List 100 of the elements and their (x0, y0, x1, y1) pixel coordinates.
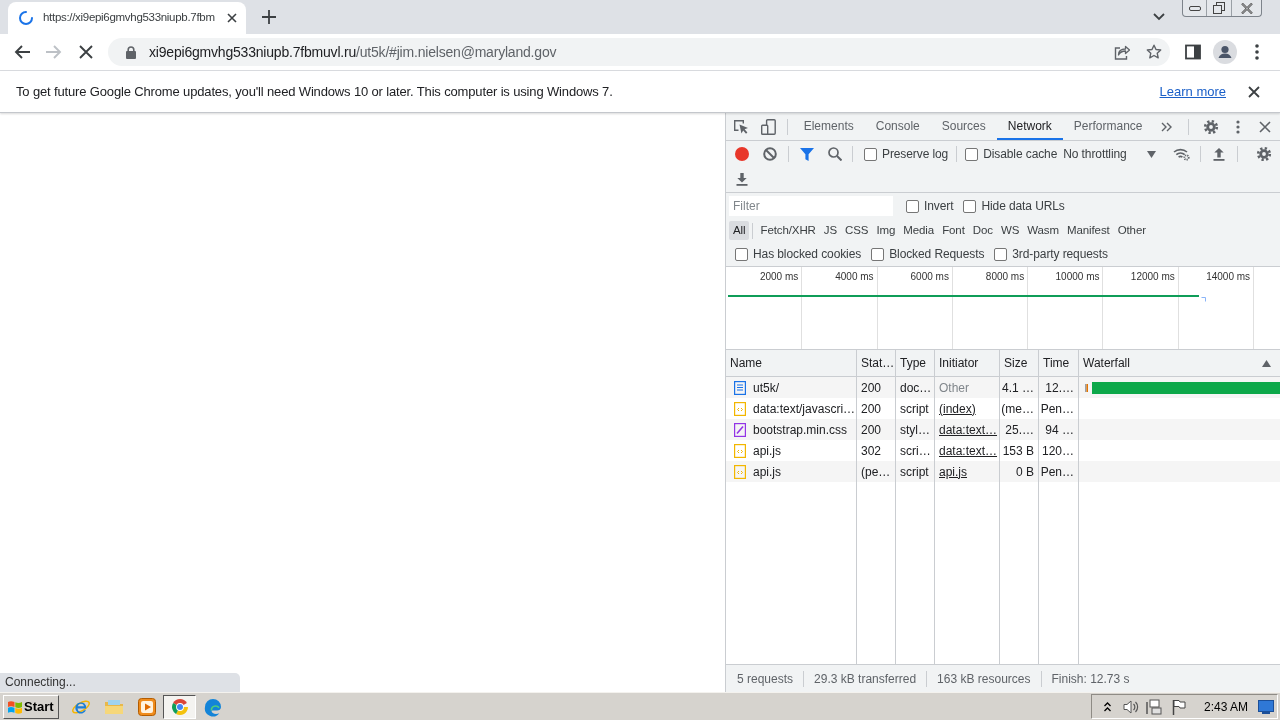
learn-more-link[interactable]: Learn more (1159, 81, 1226, 102)
column-header[interactable]: Stat… (857, 350, 896, 376)
table-cell-text: 12.… (1045, 379, 1074, 397)
initiator-link[interactable]: api.js (939, 462, 967, 481)
request-name: data:text/javascri… (753, 400, 856, 418)
time-tick-label: 2000 ms (759, 270, 799, 283)
checkbox-label: Blocked Requests (889, 246, 985, 263)
column-header[interactable]: Initiator (935, 350, 1000, 376)
filter-funnel-icon (800, 147, 814, 161)
checkbox[interactable] (735, 247, 748, 261)
request-name: api.js (753, 442, 781, 460)
column-header[interactable]: Size (1000, 350, 1039, 376)
checkbox[interactable] (906, 199, 919, 213)
infobar-message: To get future Google Chrome updates, you'll need Windows 10 or later. This computer is using Windows 7. (16, 82, 613, 101)
checkbox[interactable] (963, 199, 977, 213)
type-filter-button[interactable]: Manifest (1063, 221, 1114, 240)
time-tick-label: 12000 ms (1130, 270, 1175, 283)
column-header[interactable]: Type (896, 350, 935, 376)
url-text: xi9epi6gmvhg533niupb.7fbmuvl.ru/ut5k/#jim.nielsen@maryland.gov (149, 42, 557, 62)
type-filter-button[interactable]: JS (819, 221, 842, 240)
type-filter-button[interactable]: Wasm (1023, 221, 1063, 240)
clock-text: 2:43 AM (1203, 698, 1248, 716)
star-icon (1146, 44, 1162, 60)
throttling-dropdown[interactable]: No throttling (1063, 143, 1156, 165)
time-tick-label: 14000 ms (1206, 270, 1251, 283)
download-icon (736, 173, 748, 186)
column-header[interactable]: Waterfall (1079, 350, 1280, 376)
checkbox[interactable] (864, 147, 877, 161)
table-cell-text: 302 (861, 442, 882, 460)
table-cell-text: Pen… (1040, 400, 1074, 418)
side-panel-icon (1185, 44, 1201, 60)
table-row[interactable]: ut5k/ 200 doc… Other 4.1 … 12.… (726, 377, 1280, 398)
time-tick-label: 8000 ms (985, 270, 1025, 283)
table-cell-text: script (900, 463, 929, 481)
inspect-cursor-icon (733, 118, 750, 135)
checkbox[interactable] (871, 247, 885, 261)
panel-tab[interactable]: Sources (930, 113, 997, 140)
network-status-button[interactable] (1144, 696, 1163, 717)
checkbox-label: Has blocked cookies (753, 246, 862, 263)
devices-icon (760, 118, 776, 135)
type-filter-button[interactable]: Fetch/XHR (756, 221, 820, 240)
forward-arrow-icon (46, 45, 62, 59)
time-tick-label: 10000 ms (1055, 270, 1100, 283)
close-icon (1258, 120, 1271, 133)
column-header[interactable]: Time (1039, 350, 1079, 376)
kebab-menu-icon (1255, 44, 1259, 60)
status-bubble: Connecting... (0, 673, 240, 692)
table-cell-text: script (900, 400, 929, 418)
request-name: bootstrap.min.css (753, 421, 848, 439)
minimize-icon (1188, 5, 1201, 11)
browser-tab[interactable]: https://xi9epi6gmvhg533niupb.7fbm (8, 2, 246, 34)
caret-down-icon (1146, 150, 1156, 158)
initiator-link[interactable]: data:text… (939, 441, 998, 460)
type-filter-button[interactable]: WS (996, 221, 1024, 240)
time-tick-label: 4000 ms (835, 270, 874, 283)
initiator-link[interactable]: data:text… (939, 420, 998, 439)
settings-icon (1256, 146, 1272, 162)
summary-text: 29.3 kB transferred (813, 670, 918, 688)
chevron-down-icon (1153, 13, 1165, 21)
double-chevron-icon (1161, 121, 1173, 132)
checkbox[interactable] (965, 147, 979, 161)
table-cell-text: 200 (861, 379, 882, 397)
checkbox-label: Preserve log (882, 146, 949, 163)
initiator-link[interactable]: (index) (939, 399, 976, 418)
type-filter-button[interactable]: All (729, 221, 750, 240)
type-filter-button[interactable]: Img (872, 221, 900, 240)
column-header[interactable]: Name (726, 350, 857, 376)
panel-tab[interactable]: Console (864, 113, 931, 140)
table-cell-text: 94 … (1045, 421, 1074, 439)
table-cell-text: (pe… (861, 463, 891, 481)
chevron-up-icon (1104, 701, 1112, 712)
back-arrow-icon (14, 45, 30, 59)
close-icon (227, 13, 237, 23)
clear-icon (763, 147, 777, 161)
kebab-menu-icon (1235, 119, 1240, 134)
table-row[interactable]: bootstrap.min.css 200 styl… data:text… 25.… 94 … (726, 419, 1280, 440)
filter-input[interactable]: Filter (729, 196, 893, 216)
type-filter-button[interactable]: Other (1113, 221, 1150, 240)
search-icon (828, 147, 842, 161)
avatar-icon (1213, 40, 1237, 64)
timing-marker-icon (1085, 383, 1088, 392)
share-icon (1114, 44, 1130, 60)
speaker-icon (1122, 698, 1139, 715)
taskbar-app-button[interactable] (163, 694, 196, 719)
address-bar[interactable]: xi9epi6gmvhg533niupb.7fbmuvl.ru/ut5k/#jim.nielsen@maryland.gov (108, 38, 1170, 66)
summary-text: 5 requests (736, 670, 795, 688)
checkbox[interactable] (994, 247, 1008, 261)
panel-tab[interactable]: Elements (792, 113, 865, 140)
table-row[interactable]: api.js (pe… script api.js 0 B Pen… (726, 461, 1280, 482)
profile-button[interactable] (1211, 38, 1239, 66)
table-cell-text: Pen… (1040, 463, 1074, 481)
lock-icon (126, 45, 136, 59)
type-filter-button[interactable]: Media (899, 221, 939, 240)
type-filter-button[interactable]: CSS (841, 221, 873, 240)
panel-tab[interactable]: Performance (1062, 113, 1154, 140)
type-filter-button[interactable]: Font (938, 221, 969, 240)
start-button[interactable]: Start (3, 694, 59, 719)
type-filter-button[interactable]: Doc (968, 221, 997, 240)
table-cell-text: Other (939, 379, 969, 397)
table-cell-text: 4.1 … (1002, 379, 1034, 397)
